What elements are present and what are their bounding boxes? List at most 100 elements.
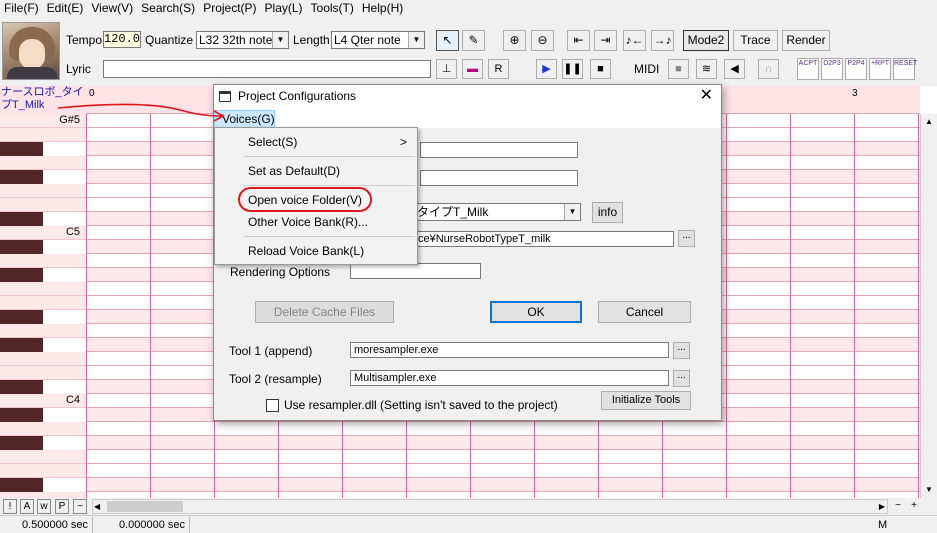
fx-d2p3-button[interactable]: D2P3 (821, 58, 843, 80)
close-icon[interactable]: ✕ (700, 86, 713, 106)
menu-item-select[interactable]: Select(S) > (215, 131, 417, 153)
quantize-select[interactable]: L32 32th note ▼ (196, 31, 289, 49)
scroll-down-icon[interactable]: ▼ (921, 482, 937, 498)
exclamation-button[interactable]: ! (3, 499, 17, 514)
scroll-thumb[interactable] (107, 501, 183, 512)
white-key[interactable] (0, 296, 86, 310)
p-button[interactable]: P (55, 499, 69, 514)
black-key[interactable] (0, 212, 43, 226)
insert-rest-button[interactable]: ▬ (462, 59, 483, 79)
singer-name-label[interactable]: ナースロボ_タイ プT_Milk (0, 86, 86, 114)
white-key[interactable] (0, 156, 86, 170)
scroll-left-icon[interactable]: ◀ (94, 500, 100, 513)
menu-item-set-as-default[interactable]: Set as Default(D) (215, 160, 417, 182)
white-key[interactable] (0, 450, 86, 464)
tool2-browse-button[interactable]: ... (673, 370, 690, 387)
menu-project[interactable]: Project(P) (199, 0, 260, 17)
tool1-browse-button[interactable]: ... (673, 342, 690, 359)
go-end-button[interactable]: ⇥ (594, 30, 617, 51)
white-key[interactable] (0, 422, 86, 436)
menu-view[interactable]: View(V) (87, 0, 137, 17)
black-key[interactable] (0, 142, 43, 156)
scroll-up-icon[interactable]: ▲ (921, 114, 937, 130)
menu-search[interactable]: Search(S) (137, 0, 199, 17)
a-button[interactable]: A (20, 499, 34, 514)
voices-menu[interactable]: Voices(G) (214, 110, 275, 128)
black-key[interactable] (0, 268, 43, 282)
initialize-tools-button[interactable]: Initialize Tools (601, 391, 691, 410)
white-key[interactable] (0, 282, 86, 296)
ok-button[interactable]: OK (490, 301, 582, 323)
output-file-field[interactable] (420, 170, 578, 186)
singer-avatar[interactable] (2, 22, 60, 80)
insert-note-button[interactable]: ⊥ (436, 59, 457, 79)
go-start-button[interactable]: ⇤ (567, 30, 590, 51)
rendering-options-field[interactable] (350, 263, 481, 279)
zoom-minus-button[interactable]: − (891, 499, 905, 514)
menu-help[interactable]: Help(H) (358, 0, 407, 17)
black-key[interactable] (0, 338, 43, 352)
tempo-input[interactable]: 120.0 (103, 31, 141, 48)
tool1-field[interactable]: moresampler.exe (350, 342, 669, 358)
menu-edit[interactable]: Edit(E) (43, 0, 88, 17)
horizontal-scrollbar[interactable]: ◀ ▶ (92, 499, 888, 514)
zoom-plus-button[interactable]: + (907, 499, 921, 514)
menu-file[interactable]: File(F) (0, 0, 43, 17)
midi-wave-button[interactable]: ≋ (696, 59, 717, 79)
tilde-button[interactable]: ~ (73, 499, 87, 514)
use-resampler-checkbox[interactable] (266, 399, 279, 412)
white-key[interactable] (0, 464, 86, 478)
piano-keyboard[interactable]: G#5 C5 C4 (0, 114, 86, 498)
white-key[interactable] (0, 254, 86, 268)
stop-button[interactable]: ■ (590, 59, 611, 79)
headphones-button[interactable]: ∩ (758, 59, 779, 79)
zoom-out-button[interactable]: ⊖ (531, 30, 554, 51)
voice-path-field[interactable]: ce¥NurseRobotTypeT_milk (414, 231, 674, 247)
white-key[interactable] (0, 366, 86, 380)
delete-cache-files-button[interactable]: Delete Cache Files (255, 301, 394, 323)
black-key[interactable] (0, 408, 43, 422)
length-select[interactable]: L4 Qter note ▼ (331, 31, 425, 49)
white-key[interactable] (0, 128, 86, 142)
w-button[interactable]: w (37, 499, 51, 514)
black-key[interactable] (0, 310, 43, 324)
black-key[interactable] (0, 380, 43, 394)
fx-rpt-button[interactable]: +RPT (869, 58, 891, 80)
voice-select[interactable]: タイプT_Milk ▼ (414, 203, 581, 221)
pointer-tool-button[interactable]: ↖ (436, 30, 459, 51)
project-name-field[interactable] (420, 142, 578, 158)
lyric-input[interactable] (103, 60, 431, 78)
voice-path-browse-button[interactable]: ... (678, 230, 695, 247)
note-next-button[interactable]: →♪ (651, 30, 674, 51)
fx-acpt-button[interactable]: ACPT (797, 58, 819, 80)
record-button[interactable]: ■ (668, 59, 689, 79)
play-button[interactable]: ▶ (536, 59, 557, 79)
menu-play[interactable]: Play(L) (261, 0, 307, 17)
menu-tools[interactable]: Tools(T) (307, 0, 358, 17)
black-key[interactable] (0, 240, 43, 254)
white-key[interactable] (0, 184, 86, 198)
render-button[interactable]: Render (782, 30, 830, 51)
black-key[interactable] (0, 436, 43, 450)
reload-button[interactable]: R (488, 59, 509, 79)
fx-p2p4-button[interactable]: P2P4 (845, 58, 867, 80)
fx-reset-button[interactable]: RESET (893, 58, 917, 80)
black-key[interactable] (0, 170, 43, 184)
black-key[interactable] (0, 478, 43, 492)
white-key[interactable] (0, 198, 86, 212)
menu-item-reload-voice-bank[interactable]: Reload Voice Bank(L) (215, 240, 417, 262)
white-key[interactable] (0, 324, 86, 338)
cancel-button[interactable]: Cancel (598, 301, 691, 323)
menu-item-other-voice-bank[interactable]: Other Voice Bank(R)... (215, 211, 417, 233)
mode2-button[interactable]: Mode2 (683, 30, 729, 51)
info-button[interactable]: info (592, 202, 623, 223)
note-prev-button[interactable]: ♪← (623, 30, 646, 51)
vertical-scrollbar[interactable]: ▲ ▼ (920, 114, 937, 498)
trace-button[interactable]: Trace (733, 30, 778, 51)
zoom-in-button[interactable]: ⊕ (503, 30, 526, 51)
scroll-right-icon[interactable]: ▶ (879, 500, 885, 513)
tool2-field[interactable]: Multisampler.exe (350, 370, 669, 386)
white-key[interactable] (0, 352, 86, 366)
pencil-tool-button[interactable]: ✎ (462, 30, 485, 51)
speaker-button[interactable]: ◀ (724, 59, 745, 79)
